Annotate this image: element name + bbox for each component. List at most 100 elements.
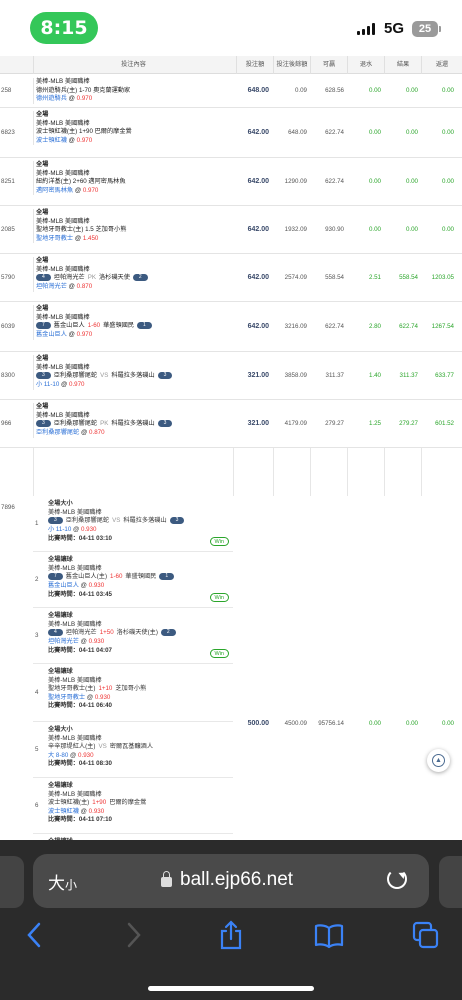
- cell-water: 0.00: [368, 720, 381, 727]
- odds-at: @: [66, 330, 77, 338]
- match-time: 比賽時間：04-11 07:10: [48, 816, 112, 824]
- detail-line: 美棒-MLB 美國職棒: [36, 363, 90, 371]
- detail-line: 德州遊騎兵 @ 0.970: [36, 95, 130, 104]
- cell-ret: 1203.05: [431, 274, 454, 281]
- away-team: 巴爾的摩金鶯: [109, 799, 147, 807]
- leg-type: 全場大小: [48, 726, 73, 733]
- leg-type: 全場讓球: [48, 612, 73, 619]
- team-badge: 2: [160, 629, 176, 637]
- team-badge: 7: [48, 573, 63, 581]
- bet-id: 8251: [1, 178, 15, 185]
- home-team: 辛辛那堤紅人(主): [48, 743, 96, 751]
- cell-balance: 4179.09: [284, 420, 307, 427]
- leg-type: 全場讓球: [48, 556, 73, 563]
- leg-teams: 波士頓紅襪(主) 1+90 巴爾的摩金鶯: [48, 799, 149, 808]
- pick-name: 邁阿密馬林魚: [36, 186, 74, 194]
- cell-result: 0.00: [405, 87, 418, 94]
- leg-number: 3: [35, 632, 39, 639]
- text-size-button[interactable]: 大小: [48, 869, 77, 894]
- text-size-small: 小: [65, 878, 78, 892]
- cell-balance: 1290.09: [284, 178, 307, 185]
- bet-details: 美棒-MLB 美國職棒 德州遊騎兵(主) 1-70 奧克蘭運動家 德州遊騎兵 @ 0…: [33, 78, 130, 104]
- leg-details: 全場大小 美棒-MLB 美國職棒 辛辛那堤紅人(主) VS 密爾瓦基釀酒人大 8-80 …: [48, 726, 156, 769]
- pick-name: 大 8-80: [48, 751, 69, 759]
- back-icon[interactable]: [26, 920, 42, 950]
- cell-amount: 648.00: [247, 87, 269, 94]
- spread: 1-60: [87, 322, 101, 330]
- bet-id: 966: [1, 420, 12, 427]
- cell-win: 558.54: [325, 274, 344, 281]
- bet-details: 全場 美棒-MLB 美國職棒 3 亞利桑那響尾蛇 PK 科羅拉多落磯山 3 亞利桑那響尾蛇 @…: [33, 403, 175, 438]
- detail-line: 美棒-MLB 美國職棒: [36, 265, 90, 273]
- leg-details: 全場讓球 美棒-MLB 美國職棒 波士頓紅襪(主) 1+90 巴爾的摩金鶯 波士頓紅襪 @…: [48, 782, 149, 825]
- bet-details: 全場 美棒-MLB 美國職棒 3 亞利桑那響尾蛇 VS 科羅拉多落磯山 3 小 11-10 @…: [33, 355, 175, 390]
- spread: VS: [112, 517, 121, 525]
- team-badge: 3: [36, 372, 51, 380]
- cell-amount: 642.00: [247, 178, 269, 185]
- leg-type: 全場讓球: [48, 782, 73, 789]
- bookmarks-icon[interactable]: [314, 920, 344, 950]
- url-display[interactable]: ball.ejp66.net: [161, 869, 293, 891]
- cell-water: 0.00: [368, 178, 381, 185]
- match-time: 比賽時間：04-11 03:45: [48, 590, 112, 598]
- leg-number: 5: [35, 746, 39, 753]
- lock-icon: [161, 871, 172, 887]
- detail-line: 波士頓紅襪 @ 0.970: [36, 137, 132, 146]
- bet-details: 全場 美棒-MLB 美國職棒 聖地牙哥教士(主) 1.5 芝加哥小熊 聖地牙哥教士 @…: [33, 209, 126, 244]
- table-row: 2085 全場 美棒-MLB 美國職棒 聖地牙哥教士(主) 1.5 芝加哥小熊 聖地牙哥…: [0, 206, 462, 254]
- bet-details: 全場 美棒-MLB 美國職棒 4 坦帕灣光芒 PK 洛杉磯天使 2 坦帕灣光芒 @ 0.870: [33, 257, 151, 292]
- away-team: 科羅拉多落磯山: [123, 517, 167, 525]
- pick-name: 亞利桑那響尾蛇: [36, 428, 80, 436]
- forward-icon[interactable]: [126, 920, 142, 950]
- bet-id: 8300: [1, 372, 15, 379]
- table-row: 258 美棒-MLB 美國職棒 德州遊騎兵(主) 1-70 奧克蘭運動家 德州遊騎兵 …: [0, 74, 462, 108]
- cell-win: 628.56: [325, 87, 344, 94]
- bet-id: 258: [1, 87, 12, 94]
- spread: 1+50: [99, 629, 114, 637]
- bet-history-table: 投注內容 投注額 投注後餘額 可贏 退水 結果 返還 258 美棒-MLB 美國職…: [0, 56, 462, 846]
- parlay-leg: 2 全場讓球 美棒-MLB 美國職棒 7 舊金山巨人(主) 1-60 華盛頓國民 1 舊金山巨人…: [33, 552, 233, 608]
- header-water: 退水: [347, 56, 384, 74]
- home-team: 聖地牙哥教士(主): [48, 685, 96, 693]
- url-text: ball.ejp66.net: [180, 869, 294, 890]
- odds-value: 1.450: [82, 234, 99, 242]
- next-tab-preview[interactable]: [439, 856, 462, 908]
- home-team: 亞利桑那響尾蛇: [53, 372, 98, 380]
- odds-value: 0.870: [89, 428, 105, 436]
- team-badge: 4: [48, 629, 63, 637]
- away-team: 洛杉磯天使(主): [116, 629, 158, 637]
- leg-league: 美棒-MLB 美國職棒: [48, 790, 102, 798]
- team-badge: 3: [36, 420, 51, 428]
- spread: 1+90: [92, 799, 107, 807]
- cell-balance: 1932.09: [284, 226, 307, 233]
- odds-value: 0.930: [88, 637, 105, 645]
- cell-amount: 321.00: [247, 420, 269, 427]
- address-bar[interactable]: 大小 ball.ejp66.net: [33, 854, 429, 908]
- cell-result: 0.00: [405, 226, 418, 233]
- home-team: 亞利桑那響尾蛇: [65, 517, 110, 525]
- cell-win: 622.74: [325, 129, 344, 136]
- detail-line: 全場: [36, 355, 49, 362]
- bet-id: 6039: [1, 323, 15, 330]
- cell-ret: 633.77: [435, 372, 454, 379]
- tabs-icon[interactable]: [412, 920, 440, 950]
- home-team: 舊金山巨人(主): [65, 573, 108, 581]
- previous-tab-preview[interactable]: [0, 856, 24, 908]
- detail-line: 亞利桑那響尾蛇 @ 0.870: [36, 429, 175, 438]
- match-time: 比賽時間：04-11 04:07: [48, 646, 112, 654]
- win-badge: Win: [209, 537, 229, 546]
- header-balance: 投注後餘額: [273, 56, 310, 74]
- spread: 1-60: [110, 573, 123, 581]
- away-team: 科羅拉多落磯山: [111, 372, 155, 380]
- table-row: 6039 全場 美棒-MLB 美國職棒 7 舊金山巨人 1-60 華盛頓國民 1 舊金山巨人 @…: [0, 302, 462, 352]
- spread: VS: [98, 743, 107, 751]
- cell-win: 930.90: [325, 226, 344, 233]
- share-icon[interactable]: [218, 920, 244, 950]
- reload-icon[interactable]: [387, 869, 407, 889]
- leg-league: 美棒-MLB 美國職棒: [48, 676, 102, 684]
- cell-ret: 0.00: [441, 87, 454, 94]
- away-team: 洛杉磯天使: [98, 274, 130, 282]
- leg-number: 2: [35, 576, 39, 583]
- status-time: 8:15: [30, 12, 98, 44]
- scroll-to-top-button[interactable]: ▲: [427, 749, 450, 772]
